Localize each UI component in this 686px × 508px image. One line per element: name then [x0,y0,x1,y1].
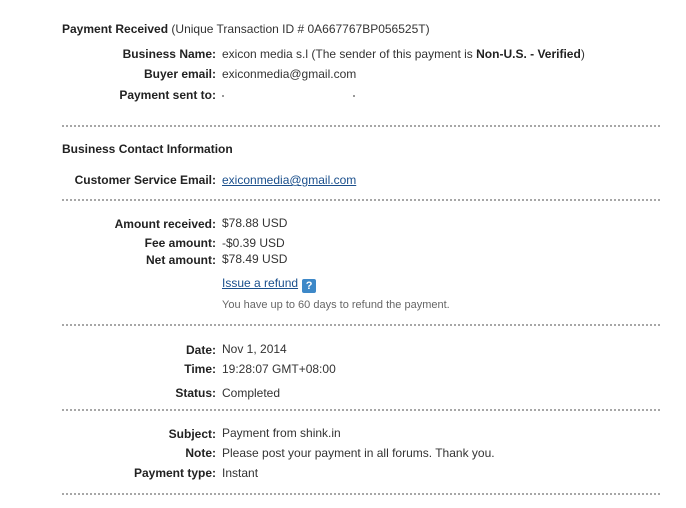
date-label: Date: [185,343,216,357]
business-name-value: exicon media s.l (The sender of this pay… [222,47,585,61]
cs-email-label: Customer Service Email: [74,173,216,187]
status-value: Completed [222,386,281,400]
page-title: Payment Received [62,22,169,36]
subject-label: Subject: [168,427,216,441]
divider [62,125,660,127]
redaction-mark-right [353,94,356,97]
note-value: Please post your payment in all forums. … [222,446,495,460]
subject-value: Payment from shink.in [222,426,341,440]
net-amount-label: Net amount: [146,253,216,267]
issue-refund-link[interactable]: Issue a refund [222,276,298,290]
transaction-id: (Unique Transaction ID # 0A667767BP05652… [171,22,430,36]
payment-sent-to-value [222,88,356,102]
note-label: Note: [185,446,216,460]
buyer-email-label: Buyer email: [143,67,216,81]
date-value: Nov 1, 2014 [222,342,287,356]
buyer-email-value: exiconmedia@gmail.com [222,67,357,81]
refund-row: Issue a refund? [222,276,317,293]
transaction-header: Payment Received (Unique Transaction ID … [62,22,430,36]
payment-sent-to-label: Payment sent to: [119,88,216,102]
time-label: Time: [184,362,216,376]
help-icon[interactable]: ? [302,279,317,293]
amount-received-label: Amount received: [114,217,216,231]
payment-type-value: Instant [222,466,259,480]
fee-amount-label: Fee amount: [144,236,216,250]
divider [62,199,660,201]
net-amount-value: $78.49 USD [222,252,288,266]
business-name-label: Business Name: [122,47,216,61]
verification-status: Non-U.S. - Verified [476,47,581,61]
redaction-mark-left [222,94,224,97]
cs-email-link[interactable]: exiconmedia@gmail.com [222,173,356,187]
contact-section-title: Business Contact Information [62,142,233,156]
status-label: Status: [175,386,216,400]
refund-note: You have up to 60 days to refund the pay… [222,299,450,311]
business-name-text: exicon media s.l (The sender of this pay… [222,47,477,61]
time-value: 19:28:07 GMT+08:00 [222,362,336,376]
amount-received-value: $78.88 USD [222,216,288,230]
payment-type-label: Payment type: [133,466,216,480]
business-name-close: ) [580,47,585,61]
divider [62,324,660,326]
divider [62,493,660,495]
divider [62,409,660,411]
fee-amount-value: -$0.39 USD [222,236,285,250]
